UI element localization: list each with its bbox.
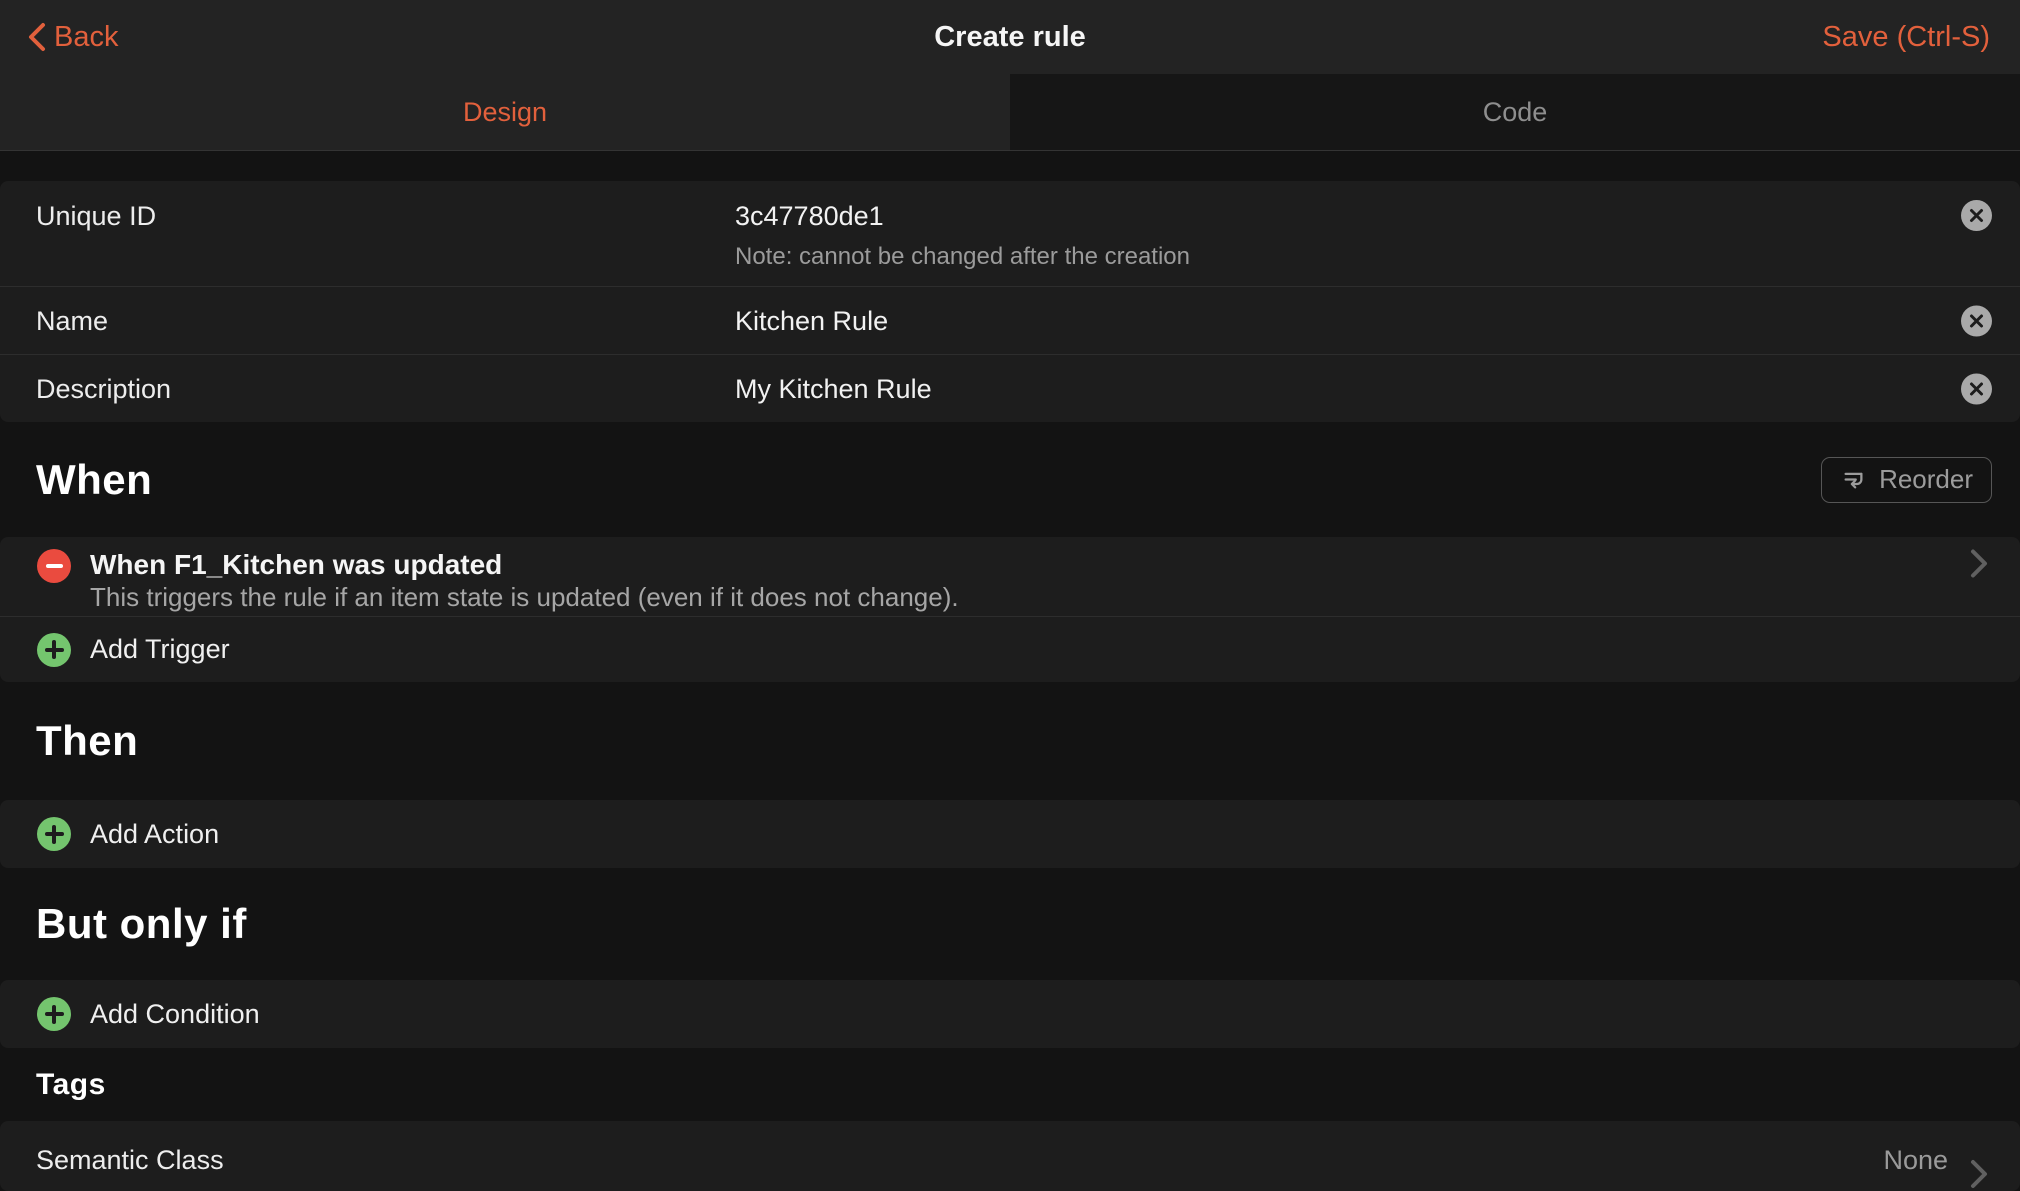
spacer — [0, 151, 2020, 181]
semantic-class-value: None — [1883, 1143, 1948, 1177]
reorder-button[interactable]: Reorder — [1821, 457, 1992, 503]
plus-icon — [37, 817, 71, 851]
add-trigger-label: Add Trigger — [90, 634, 230, 665]
plus-icon — [37, 633, 71, 667]
add-action-label: Add Action — [90, 819, 219, 850]
back-button[interactable]: Back — [26, 21, 118, 54]
chevron-right-icon — [1968, 549, 1990, 584]
tab-bar: Design Code — [0, 74, 2020, 151]
save-button[interactable]: Save (Ctrl-S) — [1822, 21, 1990, 54]
chevron-right-icon — [1968, 1159, 1990, 1191]
reorder-icon — [1840, 466, 1867, 493]
triggers-card: When F1_Kitchen was updated This trigger… — [0, 537, 2020, 682]
unique-id-note: Note: cannot be changed after the creati… — [735, 242, 1190, 272]
unique-id-label: Unique ID — [36, 199, 735, 272]
description-row[interactable]: Description My Kitchen Rule — [0, 354, 2020, 422]
back-label: Back — [54, 21, 118, 54]
conditions-card: Add Condition — [0, 980, 2020, 1048]
description-label: Description — [36, 372, 735, 406]
when-section-header: When Reorder — [0, 422, 2020, 537]
trigger-row[interactable]: When F1_Kitchen was updated This trigger… — [0, 537, 2020, 616]
unique-id-value-wrap: 3c47780de1 Note: cannot be changed after… — [735, 199, 1190, 272]
but-only-if-title: But only if — [36, 900, 247, 948]
navbar: Back Create rule Save (Ctrl-S) — [0, 0, 2020, 74]
close-icon — [1969, 381, 1984, 396]
close-icon — [1969, 208, 1984, 223]
name-input[interactable]: Kitchen Rule — [735, 304, 888, 338]
tab-code[interactable]: Code — [1010, 74, 2020, 150]
chevron-left-icon — [26, 22, 48, 52]
when-title: When — [36, 456, 152, 504]
unique-id-input[interactable]: 3c47780de1 — [735, 199, 1190, 233]
add-action-button[interactable]: Add Action — [0, 800, 2020, 868]
rule-metadata-card: Unique ID 3c47780de1 Note: cannot be cha… — [0, 181, 2020, 422]
reorder-label: Reorder — [1879, 464, 1973, 495]
add-trigger-button[interactable]: Add Trigger — [0, 616, 2020, 682]
then-title: Then — [36, 717, 138, 765]
remove-trigger-icon[interactable] — [37, 549, 71, 583]
tags-title: Tags — [36, 1068, 106, 1102]
plus-icon — [37, 997, 71, 1031]
add-condition-button[interactable]: Add Condition — [0, 980, 2020, 1048]
but-only-if-section-header: But only if — [0, 868, 2020, 980]
trigger-title: When F1_Kitchen was updated — [90, 548, 1950, 581]
description-input[interactable]: My Kitchen Rule — [735, 372, 932, 406]
page-title: Create rule — [934, 21, 1086, 54]
tab-design[interactable]: Design — [0, 74, 1010, 150]
tags-card: Semantic Class None — [0, 1121, 2020, 1191]
unique-id-row[interactable]: Unique ID 3c47780de1 Note: cannot be cha… — [0, 181, 2020, 286]
clear-unique-id-button[interactable] — [1961, 200, 1992, 231]
tags-section-header: Tags — [0, 1048, 2020, 1121]
then-section-header: Then — [0, 682, 2020, 800]
semantic-class-row[interactable]: Semantic Class None — [0, 1121, 2020, 1191]
name-row[interactable]: Name Kitchen Rule — [0, 286, 2020, 354]
name-label: Name — [36, 304, 735, 338]
clear-name-button[interactable] — [1961, 305, 1992, 336]
close-icon — [1969, 313, 1984, 328]
trigger-description: This triggers the rule if an item state … — [90, 582, 1950, 613]
clear-description-button[interactable] — [1961, 373, 1992, 404]
add-condition-label: Add Condition — [90, 999, 260, 1030]
actions-card: Add Action — [0, 800, 2020, 868]
